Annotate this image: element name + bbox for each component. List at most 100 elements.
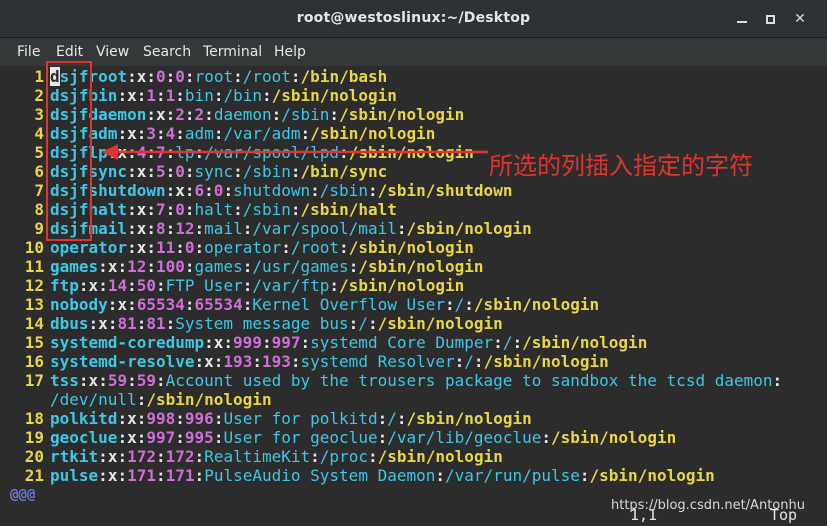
close-button[interactable]: ✕ xyxy=(790,9,810,29)
gecos: systemd Resolver xyxy=(300,352,455,371)
line-number: 10 xyxy=(24,238,44,257)
menu-edit[interactable]: Edit xyxy=(56,44,83,60)
field-separator: : xyxy=(290,200,301,219)
field-separator: : xyxy=(127,276,137,295)
home-dir: / xyxy=(464,352,474,371)
gecos: RealtimeKit xyxy=(204,447,311,466)
line-number: 5 xyxy=(34,143,44,162)
username: ftp xyxy=(50,276,79,295)
gecos: bin xyxy=(184,86,214,105)
field-separator: : xyxy=(213,409,224,428)
field-separator: : xyxy=(271,105,282,124)
gid: 0 xyxy=(213,181,224,200)
gecos: operator xyxy=(204,238,282,257)
menu-terminal[interactable]: Terminal xyxy=(203,44,262,60)
password-field: x xyxy=(107,257,118,276)
username: tss xyxy=(50,371,79,390)
gecos: shutdown xyxy=(233,181,311,200)
menu-file[interactable]: File xyxy=(17,44,40,60)
field-separator: : xyxy=(493,333,503,352)
username: halt xyxy=(88,200,128,219)
login-shell: /sbin/halt xyxy=(300,200,397,219)
field-separator: : xyxy=(117,447,128,466)
field-separator: : xyxy=(233,200,243,219)
gid: 172 xyxy=(165,447,195,466)
uid: 999 xyxy=(233,333,262,352)
field-separator: : xyxy=(156,371,166,390)
field-separator: : xyxy=(117,257,128,276)
field-separator: : xyxy=(165,314,176,333)
login-shell: /sbin/nologin xyxy=(348,238,474,257)
field-separator: : xyxy=(136,314,147,333)
password-field: x xyxy=(213,333,224,352)
username: daemon xyxy=(88,105,147,124)
maximize-button[interactable] xyxy=(760,9,780,29)
password-field: x xyxy=(136,67,147,86)
line-number: 15 xyxy=(24,333,44,352)
terminal-area[interactable]: 1 dsjfroot:x:0:0:root:/root:/bin/bash 2 dsj… xyxy=(0,66,827,526)
field-separator: : xyxy=(165,162,176,181)
annotation-arrow-icon xyxy=(102,144,488,160)
gecos: PulseAudio System Daemon xyxy=(204,466,436,485)
field-separator: : xyxy=(136,390,147,409)
gecos: User for geoclue xyxy=(223,428,378,447)
gecos: User for polkitd xyxy=(223,409,378,428)
field-separator: : xyxy=(242,219,253,238)
field-separator: : xyxy=(146,105,156,124)
password-field: x xyxy=(175,181,185,200)
field-separator: : xyxy=(127,200,137,219)
close-icon: ✕ xyxy=(794,11,806,27)
field-separator: : xyxy=(329,105,340,124)
menu-view[interactable]: View xyxy=(96,44,129,60)
field-separator: : xyxy=(242,257,253,276)
home-dir: /dev/null xyxy=(50,390,137,409)
field-separator: : xyxy=(146,257,156,276)
field-separator: : xyxy=(329,276,340,295)
username: mail xyxy=(88,219,128,238)
field-separator: : xyxy=(98,371,108,390)
menu-help[interactable]: Help xyxy=(274,44,306,60)
window-titlebar[interactable]: root@westoslinux:~/Desktop ✕ xyxy=(0,0,827,38)
field-separator: : xyxy=(127,67,137,86)
terminal-line: 16 systemd-resolve:x:193:193:systemd Reso… xyxy=(8,352,609,371)
gecos: sync xyxy=(194,162,234,181)
field-separator: : xyxy=(262,86,272,105)
home-dir: /var/lib/geoclue xyxy=(387,428,542,447)
field-separator: : xyxy=(348,257,359,276)
field-separator: : xyxy=(165,200,176,219)
field-separator: : xyxy=(213,428,224,447)
gecos: System message bus xyxy=(175,314,349,333)
line-number: 8 xyxy=(34,200,44,219)
login-shell: /sbin/nologin xyxy=(473,295,600,314)
uid: 59 xyxy=(107,371,128,390)
password-field: x xyxy=(127,86,137,105)
annotation-text: 所选的列插入指定的字符 xyxy=(489,152,753,180)
uid: 7 xyxy=(155,200,166,219)
username: bin xyxy=(88,86,118,105)
home-dir: /var/run/pulse xyxy=(445,466,580,485)
terminal-line: 19 geoclue:x:997:995:User for geoclue:/va… xyxy=(8,428,676,447)
username: systemd-coredump xyxy=(50,333,205,352)
field-separator: : xyxy=(175,86,185,105)
minimize-button[interactable] xyxy=(732,9,752,29)
gecos: games xyxy=(194,257,243,276)
login-shell: /sbin/shutdown xyxy=(377,181,513,200)
username: systemd-resolve xyxy=(50,352,195,371)
password-field: x xyxy=(136,238,147,257)
uid: 171 xyxy=(127,466,156,485)
password-field: x xyxy=(88,371,99,390)
gid: 12 xyxy=(175,219,195,238)
line-number: 4 xyxy=(34,124,44,143)
field-separator: : xyxy=(78,276,89,295)
home-dir: /sbin xyxy=(242,162,291,181)
menu-search[interactable]: Search xyxy=(143,44,191,60)
gid: 81 xyxy=(146,314,166,333)
gid: 995 xyxy=(184,428,214,447)
field-separator: : xyxy=(281,238,291,257)
field-separator: : xyxy=(146,67,156,86)
username: games xyxy=(50,257,99,276)
field-separator: : xyxy=(348,314,359,333)
login-shell: /sbin/nologin xyxy=(377,314,503,333)
terminal-line: 11 games:x:12:100:games:/usr/games:/sbin/… xyxy=(8,257,484,276)
home-dir: /root xyxy=(290,238,340,257)
